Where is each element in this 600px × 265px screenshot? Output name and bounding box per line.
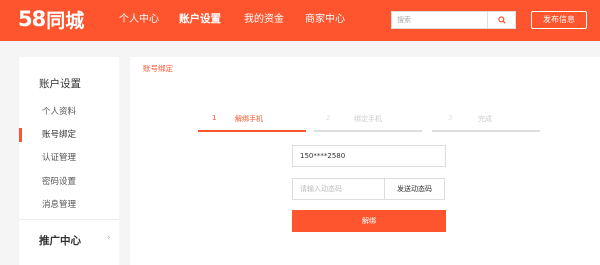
sidebar: 账户设置 个人资料 账号绑定 认证管理 密码设置 消息管理 推广中心 › xyxy=(19,57,119,265)
step-1-label: 解绑手机 xyxy=(235,115,263,123)
sidebar-item-account-binding[interactable]: 账号绑定 xyxy=(42,128,76,140)
search-input[interactable]: 搜索 xyxy=(391,11,488,29)
nav-merchant-center[interactable]: 商家中心 xyxy=(305,13,345,26)
step-2-label: 绑定手机 xyxy=(354,115,382,123)
sidebar-item-password[interactable]: 密码设置 xyxy=(42,175,76,187)
logo-text: 同城 xyxy=(46,9,85,32)
sidebar-title: 账户设置 xyxy=(39,78,81,90)
step-3-line xyxy=(432,130,540,132)
breadcrumb: 账号绑定 xyxy=(143,64,173,73)
phone-field[interactable]: 150****2580 xyxy=(292,145,446,167)
chevron-right-icon: › xyxy=(107,233,111,243)
top-header: 58 同城 个人中心 账户设置 我的资金 商家中心 搜索 发布信息 xyxy=(0,0,600,41)
active-indicator xyxy=(19,128,22,142)
sidebar-item-profile[interactable]: 个人资料 xyxy=(42,105,76,117)
sidebar-item-messages[interactable]: 消息管理 xyxy=(42,198,76,210)
sidebar-item-verification[interactable]: 认证管理 xyxy=(42,151,76,163)
post-info-button[interactable]: 发布信息 xyxy=(531,11,587,29)
code-input[interactable]: 请输入动态码 xyxy=(292,178,385,200)
logo-number: 58 xyxy=(18,7,46,31)
step-1-number: 1 xyxy=(212,114,217,122)
send-code-button[interactable]: 发送动态码 xyxy=(384,178,445,200)
nav-personal-center[interactable]: 个人中心 xyxy=(119,13,159,26)
step-2-line xyxy=(314,130,422,132)
58-logo[interactable]: 58 同城 xyxy=(18,6,84,32)
unbind-button[interactable]: 解绑 xyxy=(292,210,446,232)
step-3-number: 3 xyxy=(448,114,453,122)
search-icon xyxy=(497,16,506,24)
step-1-line xyxy=(198,130,306,132)
step-3-label: 完成 xyxy=(478,115,492,123)
step-2-number: 2 xyxy=(326,114,331,122)
nav-my-funds[interactable]: 我的资金 xyxy=(244,13,284,26)
sidebar-divider xyxy=(19,219,119,220)
sidebar-item-promotion[interactable]: 推广中心 xyxy=(39,233,81,248)
nav-account-settings[interactable]: 账户设置 xyxy=(179,13,221,26)
search-button[interactable] xyxy=(488,11,516,29)
